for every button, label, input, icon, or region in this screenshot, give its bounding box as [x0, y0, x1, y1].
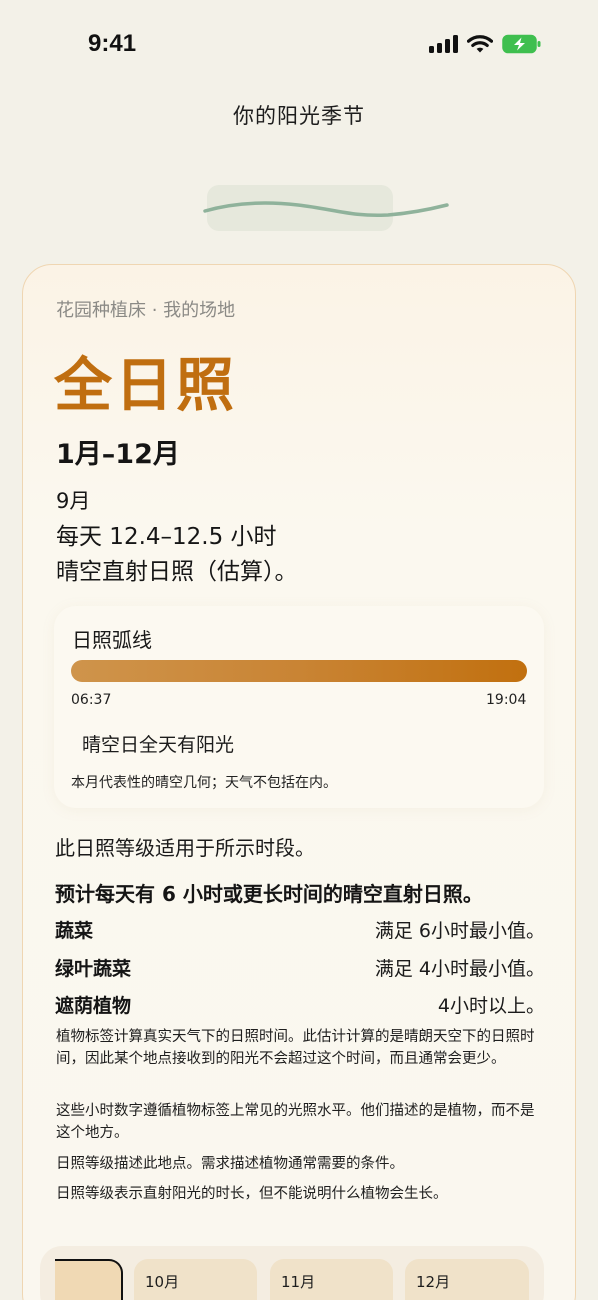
requirement-name: 遮荫植物 [55, 995, 132, 1017]
requirement-value: 4小时以上。 [437, 995, 545, 1017]
cellular-signal-icon [429, 35, 458, 53]
sun-arc-note: 本月代表性的晴空几何；天气不包括在内。 [71, 775, 337, 791]
note-paragraph: 日照等级描述此地点。需求描述植物通常需要的条件。 [56, 1156, 404, 1172]
sheet-handle[interactable] [203, 183, 449, 235]
site-label: 花园种植床 · 我的场地 [56, 300, 236, 321]
sun-arc-bar [71, 660, 527, 682]
month-tab-october[interactable]: 10月 [134, 1259, 257, 1300]
expect-text: 预计每天有 6 小时或更长时间的晴空直射日照。 [55, 882, 483, 906]
note-paragraph: 日照等级表示直射阳光的时长，但不能说明什么植物会生长。 [56, 1186, 448, 1202]
requirement-name: 蔬菜 [55, 920, 94, 942]
clear-day-label: 晴空日全天有阳光 [82, 734, 235, 756]
status-bar: 9:41 [0, 0, 598, 90]
season-range: 1月–12月 [56, 439, 180, 470]
requirement-value: 满足 4小时最小值。 [374, 958, 545, 980]
note-paragraph: 植物标签计算真实天气下的日照时间。此估计计算的是晴朗天空下的日照时间，因此某个地… [56, 1029, 535, 1067]
requirement-row: 遮荫植物 4小时以上。 [55, 991, 545, 1019]
month-tab-december[interactable]: 12月 [405, 1259, 529, 1300]
month-tab-selected[interactable] [55, 1259, 123, 1300]
requirement-value: 满足 6小时最小值。 [374, 920, 545, 942]
sunrise-time: 06:37 [71, 692, 112, 708]
sun-arc-title: 日照弧线 [72, 628, 152, 652]
month-tab-november[interactable]: 11月 [270, 1259, 393, 1300]
daily-hours-caption: 晴空直射日照（估算）。 [56, 559, 298, 585]
status-time: 9:41 [88, 30, 137, 57]
selected-month: 9月 [56, 489, 91, 513]
requirement-row: 绿叶蔬菜 满足 4小时最小值。 [55, 954, 545, 982]
note-paragraph: 这些小时数字遵循植物标签上常见的光照水平。他们描述的是植物，而不是这个地方。 [56, 1103, 535, 1141]
sun-rating: 全日照 [54, 351, 238, 419]
page-title: 你的阳光季节 [233, 104, 365, 128]
requirement-row: 蔬菜 满足 6小时最小值。 [55, 916, 545, 944]
requirement-name: 绿叶蔬菜 [55, 958, 132, 980]
daily-hours: 每天 12.4–12.5 小时 [56, 524, 277, 550]
sunset-time: 19:04 [486, 692, 527, 708]
battery-charging-icon [502, 34, 542, 54]
wifi-icon [467, 34, 493, 54]
status-icons [429, 34, 542, 54]
applies-text: 此日照等级适用于所示时段。 [55, 836, 315, 860]
